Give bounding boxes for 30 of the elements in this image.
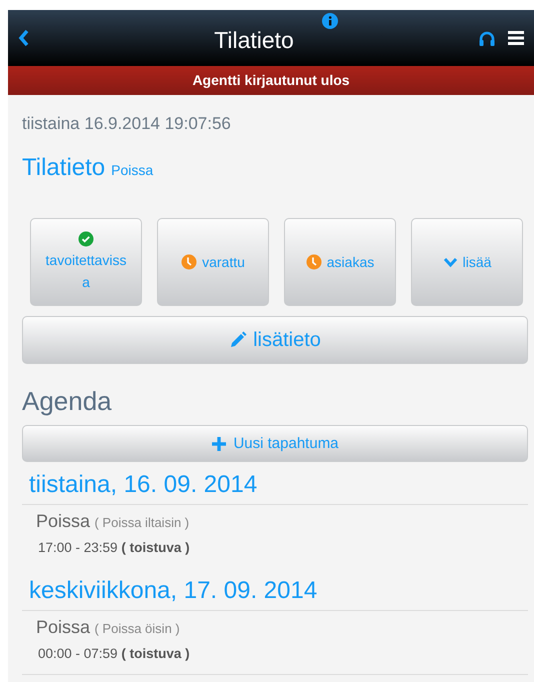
check-circle-icon [78,231,94,247]
pencil-icon [229,331,248,349]
status-button[interactable]: varattu [157,218,269,306]
menu-icon[interactable] [508,30,524,46]
event-type: Poissa [36,511,90,531]
plus-icon [211,436,228,452]
status-button[interactable]: tavoitettavissa [30,218,142,306]
back-icon[interactable] [18,29,30,47]
event-note: ( Poissa öisin ) [94,621,180,636]
headphones-icon[interactable] [478,30,496,46]
clock-icon [181,254,198,270]
event-time: 17:00 - 23:59 ( toistuva ) [38,540,191,555]
status-value: Poissa [111,162,154,178]
note-button[interactable]: lisätieto [22,316,528,364]
event-note: ( Poissa iltaisin ) [94,515,190,530]
day-heading: keskiviikkona, 17. 09. 2014 [29,577,318,606]
status-button[interactable]: lisää [411,218,523,306]
new-event-button[interactable]: Uusi tapahtuma [22,425,528,462]
event-type: Poissa [36,617,90,637]
day-heading: tiistaina, 16. 09. 2014 [29,471,258,500]
status-button[interactable]: asiakas [284,218,396,306]
event-time: 00:00 - 07:59 ( toistuva ) [38,646,191,661]
window-title: Tilatieto [213,26,295,54]
chevron-down-icon [442,256,458,268]
status-heading: Tilatieto [22,154,106,182]
clock-icon [306,254,322,270]
agenda-heading: Agenda [22,386,113,417]
info-icon[interactable] [322,13,338,29]
status-banner: Agentti kirjautunut ulos [8,66,534,95]
timestamp: tiistaina 16.9.2014 19:07:56 [22,114,232,134]
